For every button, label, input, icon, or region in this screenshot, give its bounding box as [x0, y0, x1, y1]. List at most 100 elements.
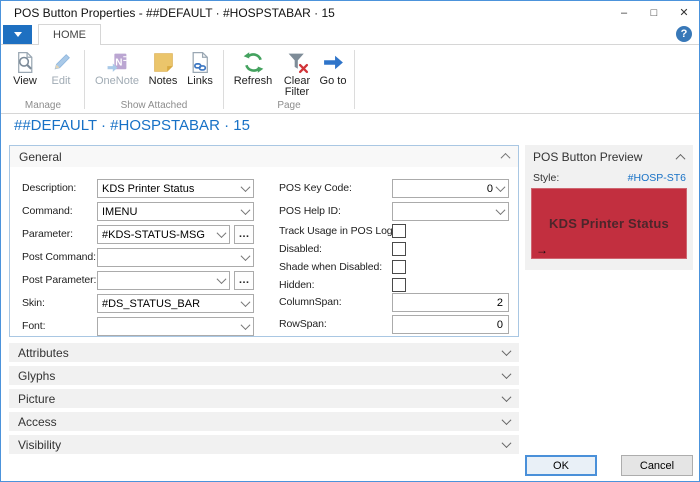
chevron-down-icon	[501, 438, 512, 449]
parameter-lookup-button[interactable]: …	[234, 225, 254, 244]
chevron-up-icon[interactable]	[675, 153, 686, 164]
cancel-button[interactable]: Cancel	[621, 455, 693, 476]
section-picture[interactable]: Picture	[9, 389, 519, 408]
chevron-up-icon	[500, 152, 511, 163]
skin-label: Skin:	[22, 297, 45, 309]
cancel-button-label: Cancel	[639, 459, 675, 472]
pos-key-code-label: POS Key Code:	[279, 182, 352, 194]
post-command-label: Post Command:	[22, 251, 96, 263]
notes-button[interactable]: Notes	[144, 46, 182, 87]
pos-help-id-label: POS Help ID:	[279, 205, 341, 217]
disabled-checkbox[interactable]	[392, 242, 406, 256]
command-value: IMENU	[102, 205, 138, 218]
onenote-button-label: OneNote	[94, 75, 140, 87]
post-parameter-lookup-button[interactable]: …	[234, 271, 254, 290]
general-section-title: General	[19, 149, 62, 164]
minimize-icon: –	[620, 6, 628, 19]
chevron-down-icon	[240, 320, 251, 331]
ribbon-group-page-label: Page	[277, 100, 301, 111]
window-controls: – □ ✕	[609, 1, 699, 24]
pos-button-text: KDS Printer Status	[549, 216, 669, 231]
clear-filter-button[interactable]: Clear Filter	[277, 46, 317, 98]
close-button[interactable]: ✕	[669, 1, 699, 24]
columnspan-value: 2	[496, 296, 503, 309]
track-usage-label: Track Usage in POS Log:	[279, 225, 396, 237]
skin-value: #DS_STATUS_BAR	[102, 297, 201, 310]
edit-icon	[54, 54, 70, 70]
font-combo[interactable]	[97, 317, 254, 336]
go-to-icon	[323, 55, 343, 70]
post-parameter-combo[interactable]	[97, 271, 230, 290]
view-button-label: View	[13, 75, 37, 87]
links-icon	[192, 51, 208, 74]
chevron-down-icon	[240, 182, 251, 193]
ribbon-group-manage: View Edit Manage	[3, 46, 83, 113]
description-combo[interactable]: KDS Printer Status	[97, 179, 254, 198]
page-title: ##DEFAULT · #HOSPSTABAR · 15	[14, 117, 250, 134]
track-usage-checkbox[interactable]	[392, 224, 406, 238]
edit-button: Edit	[43, 46, 79, 87]
help-button[interactable]: ?	[676, 26, 692, 42]
hidden-checkbox[interactable]	[392, 278, 406, 292]
chevron-down-icon	[216, 228, 227, 239]
help-icon: ?	[680, 28, 688, 40]
section-visibility-label: Visibility	[18, 437, 62, 452]
minimize-button[interactable]: –	[609, 1, 639, 24]
parameter-combo[interactable]: #KDS-STATUS-MSG	[97, 225, 230, 244]
ribbon-tab-row: HOME ?	[1, 24, 699, 45]
pos-key-code-value: 0	[486, 182, 493, 195]
chevron-down-icon	[240, 251, 251, 262]
section-attributes[interactable]: Attributes	[9, 343, 519, 362]
description-label: Description:	[22, 182, 77, 194]
ok-button-label: OK	[553, 459, 569, 472]
clear-filter-icon	[288, 53, 308, 74]
pos-button-preview-panel: POS Button Preview Style: #HOSP-ST6 KDS …	[525, 145, 693, 270]
links-button[interactable]: Links	[182, 46, 218, 87]
pos-button-preview[interactable]: KDS Printer Status →	[531, 188, 687, 259]
command-combo[interactable]: IMENU	[97, 202, 254, 221]
app-menu-button[interactable]	[3, 25, 32, 44]
command-label: Command:	[22, 205, 73, 217]
section-glyphs[interactable]: Glyphs	[9, 366, 519, 385]
tab-home[interactable]: HOME	[38, 24, 101, 45]
refresh-button-label: Refresh	[233, 75, 273, 87]
chevron-down-icon	[240, 205, 251, 216]
clear-filter-button-label: Clear Filter	[283, 75, 311, 98]
post-command-combo[interactable]	[97, 248, 254, 267]
tab-home-label: HOME	[53, 29, 86, 41]
style-value-link[interactable]: #HOSP-ST6	[628, 172, 686, 184]
onenote-button: N OneNote	[90, 46, 144, 87]
chevron-down-icon	[495, 182, 506, 193]
columnspan-label: ColumnSpan:	[279, 296, 342, 308]
notes-icon	[153, 53, 173, 72]
ok-button[interactable]: OK	[525, 455, 597, 476]
section-visibility[interactable]: Visibility	[9, 435, 519, 454]
general-section: General Description: KDS Printer Status …	[9, 145, 519, 337]
view-button[interactable]: View	[7, 46, 43, 87]
skin-combo[interactable]: #DS_STATUS_BAR	[97, 294, 254, 313]
ribbon-group-show-attached-label: Show Attached	[120, 100, 188, 111]
rowspan-input[interactable]: 0	[392, 315, 509, 334]
pos-key-code-combo[interactable]: 0	[392, 179, 509, 198]
preview-panel-title: POS Button Preview	[533, 150, 643, 164]
maximize-button[interactable]: □	[639, 1, 669, 24]
ellipsis-icon: …	[238, 228, 250, 240]
columnspan-input[interactable]: 2	[392, 293, 509, 312]
onenote-icon: N	[107, 53, 126, 72]
chevron-down-icon	[501, 415, 512, 426]
ribbon-group-show-attached: N OneNote Notes Links Show Attached	[86, 46, 222, 113]
refresh-button[interactable]: Refresh	[229, 46, 277, 87]
ellipsis-icon: …	[238, 274, 250, 286]
window-title: POS Button Properties - ##DEFAULT · #HOS…	[14, 5, 335, 20]
pos-help-id-combo[interactable]	[392, 202, 509, 221]
edit-button-label: Edit	[51, 75, 71, 87]
general-section-header[interactable]: General	[10, 146, 518, 167]
chevron-down-icon	[240, 297, 251, 308]
section-access[interactable]: Access	[9, 412, 519, 431]
chevron-down-icon	[501, 369, 512, 380]
section-attributes-label: Attributes	[18, 345, 69, 360]
go-to-button[interactable]: Go to	[317, 46, 349, 87]
shade-when-disabled-checkbox[interactable]	[392, 260, 406, 274]
ribbon: View Edit Manage N OneNote Notes Links S…	[1, 46, 699, 114]
ribbon-separator	[223, 50, 224, 109]
